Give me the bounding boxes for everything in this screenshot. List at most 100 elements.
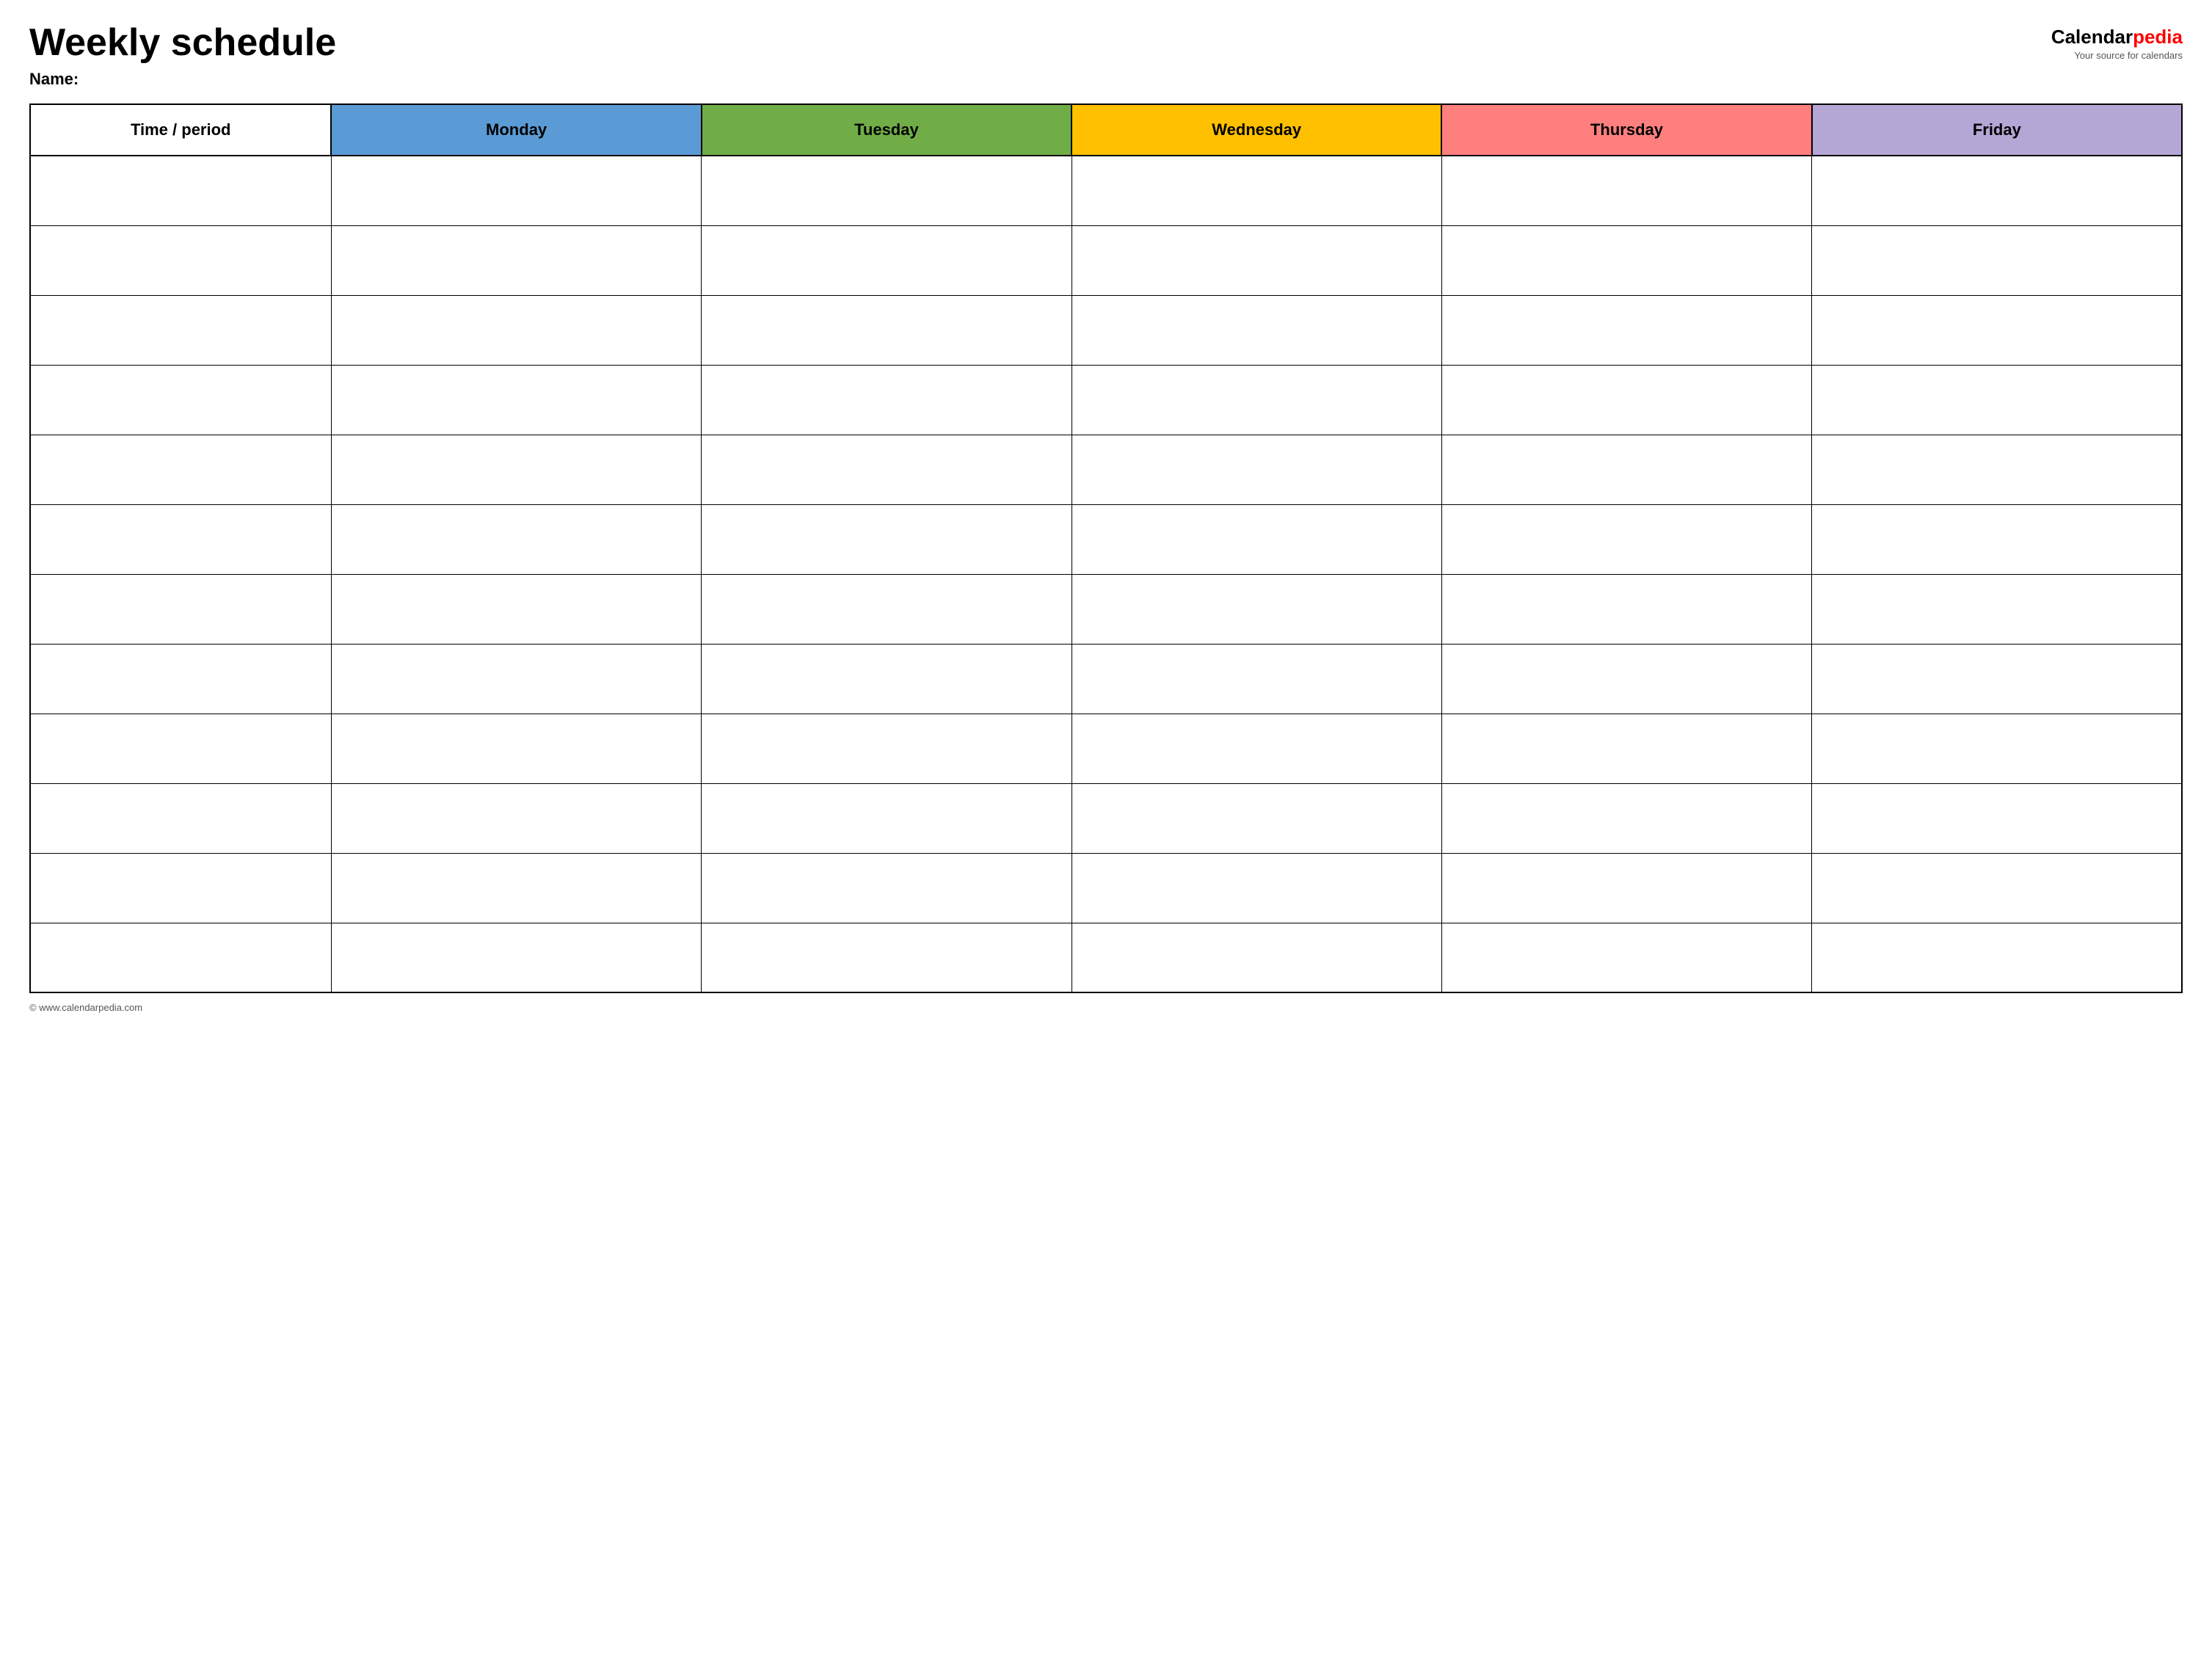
page-header: Weekly schedule Name: Calendarpedia Your… xyxy=(29,22,2183,89)
logo-text: Calendarpedia xyxy=(2051,26,2183,48)
table-cell[interactable] xyxy=(1072,574,1441,644)
name-label: Name: xyxy=(29,70,336,89)
table-cell[interactable] xyxy=(702,923,1072,992)
table-cell[interactable] xyxy=(331,365,701,435)
table-cell[interactable] xyxy=(331,225,701,295)
table-cell[interactable] xyxy=(1812,783,2182,853)
table-cell[interactable] xyxy=(30,923,331,992)
table-cell[interactable] xyxy=(30,225,331,295)
table-cell[interactable] xyxy=(702,644,1072,714)
table-cell[interactable] xyxy=(702,574,1072,644)
table-row xyxy=(30,156,2182,225)
table-cell[interactable] xyxy=(1812,435,2182,504)
table-cell[interactable] xyxy=(702,365,1072,435)
table-cell[interactable] xyxy=(30,295,331,365)
table-cell[interactable] xyxy=(1441,923,1811,992)
table-cell[interactable] xyxy=(702,225,1072,295)
table-cell[interactable] xyxy=(331,644,701,714)
table-row xyxy=(30,225,2182,295)
table-cell[interactable] xyxy=(702,783,1072,853)
table-cell[interactable] xyxy=(1072,156,1441,225)
table-cell[interactable] xyxy=(1072,923,1441,992)
table-cell[interactable] xyxy=(1441,853,1811,923)
table-cell[interactable] xyxy=(1812,853,2182,923)
table-cell[interactable] xyxy=(1812,365,2182,435)
table-cell[interactable] xyxy=(1441,783,1811,853)
logo-calendar: Calendar xyxy=(2051,26,2133,48)
table-cell[interactable] xyxy=(331,853,701,923)
table-cell[interactable] xyxy=(1072,435,1441,504)
logo-pedia: pedia xyxy=(2133,26,2183,48)
table-cell[interactable] xyxy=(30,644,331,714)
table-cell[interactable] xyxy=(30,783,331,853)
table-cell[interactable] xyxy=(1441,714,1811,783)
table-cell[interactable] xyxy=(1441,644,1811,714)
table-cell[interactable] xyxy=(1441,574,1811,644)
table-cell[interactable] xyxy=(331,783,701,853)
page-title: Weekly schedule xyxy=(29,22,336,64)
table-body xyxy=(30,156,2182,992)
table-cell[interactable] xyxy=(331,295,701,365)
col-header-time: Time / period xyxy=(30,104,331,156)
title-section: Weekly schedule Name: xyxy=(29,22,336,89)
table-cell[interactable] xyxy=(1441,435,1811,504)
table-cell[interactable] xyxy=(702,295,1072,365)
table-row xyxy=(30,295,2182,365)
table-row xyxy=(30,714,2182,783)
table-cell[interactable] xyxy=(1441,365,1811,435)
table-cell[interactable] xyxy=(1072,225,1441,295)
table-cell[interactable] xyxy=(1812,644,2182,714)
table-row xyxy=(30,783,2182,853)
table-cell[interactable] xyxy=(1441,225,1811,295)
table-cell[interactable] xyxy=(30,435,331,504)
table-cell[interactable] xyxy=(331,504,701,574)
table-cell[interactable] xyxy=(1812,574,2182,644)
table-cell[interactable] xyxy=(1812,923,2182,992)
col-header-thursday: Thursday xyxy=(1441,104,1811,156)
table-cell[interactable] xyxy=(30,156,331,225)
table-header-row: Time / period Monday Tuesday Wednesday T… xyxy=(30,104,2182,156)
table-row xyxy=(30,504,2182,574)
table-cell[interactable] xyxy=(1812,714,2182,783)
table-cell[interactable] xyxy=(702,156,1072,225)
table-cell[interactable] xyxy=(702,435,1072,504)
table-cell[interactable] xyxy=(331,714,701,783)
table-cell[interactable] xyxy=(1812,295,2182,365)
table-row xyxy=(30,853,2182,923)
table-cell[interactable] xyxy=(702,714,1072,783)
table-cell[interactable] xyxy=(702,853,1072,923)
table-cell[interactable] xyxy=(1072,644,1441,714)
footer-text: © www.calendarpedia.com xyxy=(29,1002,142,1013)
table-cell[interactable] xyxy=(1072,783,1441,853)
table-cell[interactable] xyxy=(1812,156,2182,225)
logo-section: Calendarpedia Your source for calendars xyxy=(2051,26,2183,61)
table-cell[interactable] xyxy=(1072,504,1441,574)
table-cell[interactable] xyxy=(1812,504,2182,574)
table-row xyxy=(30,644,2182,714)
table-cell[interactable] xyxy=(331,156,701,225)
schedule-table: Time / period Monday Tuesday Wednesday T… xyxy=(29,104,2183,993)
table-row xyxy=(30,435,2182,504)
table-cell[interactable] xyxy=(702,504,1072,574)
table-cell[interactable] xyxy=(1072,853,1441,923)
table-cell[interactable] xyxy=(30,714,331,783)
table-row xyxy=(30,574,2182,644)
table-row xyxy=(30,923,2182,992)
table-cell[interactable] xyxy=(331,435,701,504)
col-header-wednesday: Wednesday xyxy=(1072,104,1441,156)
table-cell[interactable] xyxy=(1072,365,1441,435)
table-cell[interactable] xyxy=(1441,156,1811,225)
table-cell[interactable] xyxy=(30,853,331,923)
footer: © www.calendarpedia.com xyxy=(29,1002,2183,1013)
table-cell[interactable] xyxy=(1072,714,1441,783)
table-cell[interactable] xyxy=(1441,295,1811,365)
table-cell[interactable] xyxy=(1441,504,1811,574)
table-cell[interactable] xyxy=(30,574,331,644)
table-cell[interactable] xyxy=(30,504,331,574)
table-cell[interactable] xyxy=(30,365,331,435)
table-cell[interactable] xyxy=(331,923,701,992)
table-cell[interactable] xyxy=(331,574,701,644)
logo-tagline: Your source for calendars xyxy=(2074,50,2183,61)
table-cell[interactable] xyxy=(1812,225,2182,295)
table-cell[interactable] xyxy=(1072,295,1441,365)
